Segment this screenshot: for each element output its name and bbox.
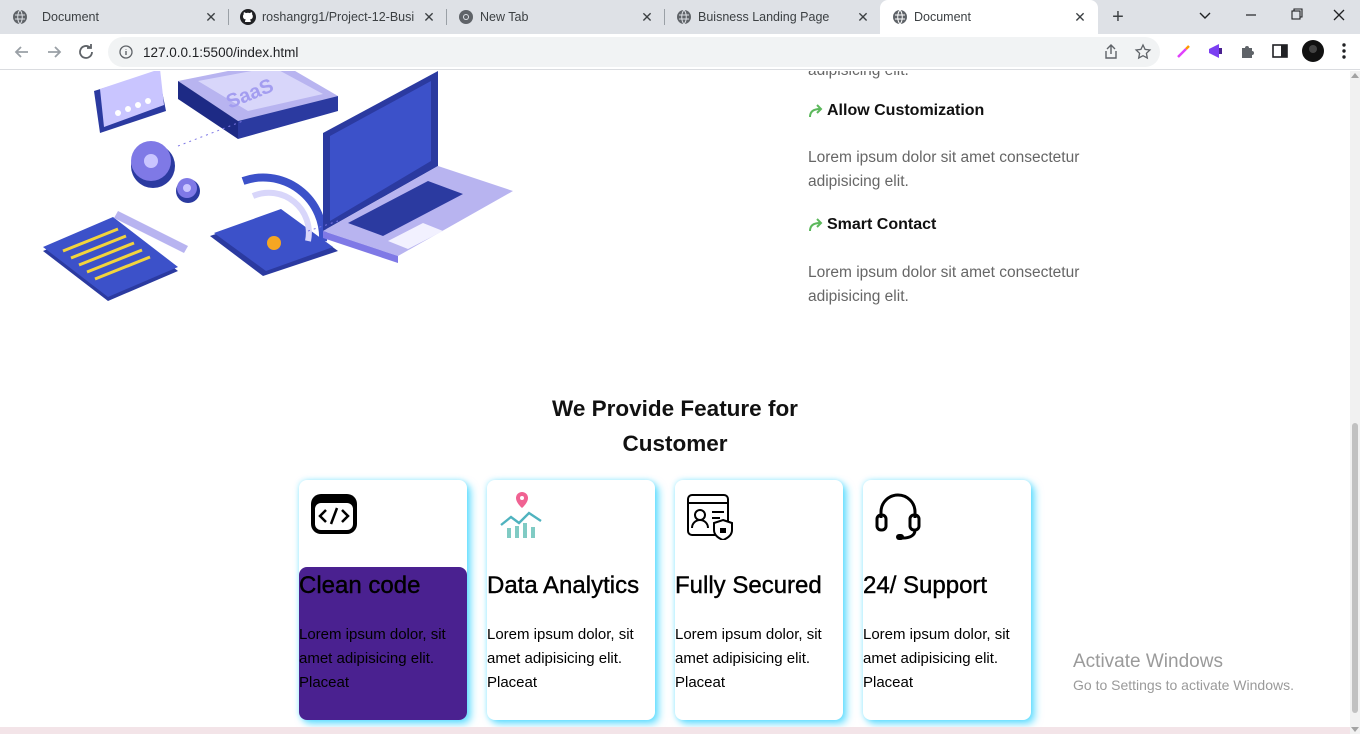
globe-icon xyxy=(893,9,907,25)
code-window-icon xyxy=(311,494,357,534)
star-icon[interactable] xyxy=(1134,43,1152,61)
tab-title: Buisness Landing Page xyxy=(698,10,830,24)
close-tab-icon[interactable]: ✕ xyxy=(420,8,438,26)
card-title: Clean code xyxy=(299,572,421,599)
windows-activation-watermark: Activate Windows Go to Settings to activ… xyxy=(1073,651,1294,693)
info-icon[interactable] xyxy=(119,45,133,59)
globe-icon xyxy=(13,9,27,25)
headset-icon xyxy=(875,493,921,540)
secure-profile-icon xyxy=(687,494,733,540)
page-scrollbar[interactable] xyxy=(1350,71,1360,734)
saas-illustration: SaaS xyxy=(43,71,513,301)
chevron-down-icon xyxy=(1199,12,1211,19)
chrome-icon xyxy=(459,10,473,24)
restore-button[interactable] xyxy=(1274,0,1320,32)
page-viewport: SaaS Allow Customization Lorem ipsum dol… xyxy=(0,71,1350,734)
profile-avatar[interactable] xyxy=(1302,40,1324,62)
card-desc: Lorem ipsum dolor, sit amet adipisicing … xyxy=(299,626,446,691)
restore-icon xyxy=(1291,8,1303,20)
close-window-button[interactable] xyxy=(1318,0,1360,32)
feature-card-data-analytics[interactable]: Data Analytics Lorem ipsum dolor, sit am… xyxy=(487,480,655,720)
feature-item-smart-contact: Smart Contact xyxy=(808,216,936,234)
feature-title: Allow Customization xyxy=(827,102,985,119)
tab-title: Document xyxy=(914,10,971,24)
feature-item-allow-customization: Allow Customization xyxy=(808,102,984,120)
side-panel-icon[interactable] xyxy=(1270,41,1290,61)
close-tab-icon[interactable]: ✕ xyxy=(638,8,656,26)
tab-title: New Tab xyxy=(480,10,529,24)
extension-megaphone-icon[interactable] xyxy=(1206,41,1226,61)
watermark-subtitle: Go to Settings to activate Windows. xyxy=(1073,677,1294,693)
close-icon xyxy=(1333,9,1345,21)
forward-arrow-icon[interactable] xyxy=(42,40,66,64)
analytics-chart-icon xyxy=(500,492,542,538)
card-title: 24/ Support xyxy=(863,572,988,599)
tab-document-1[interactable]: Document ✕ xyxy=(0,0,226,34)
tab-search-button[interactable] xyxy=(1182,0,1228,32)
feature-desc: Lorem ipsum dolor sit amet consectetur a… xyxy=(808,264,1080,305)
card-title: Data Analytics xyxy=(487,572,640,599)
extensions-puzzle-icon[interactable] xyxy=(1238,41,1258,61)
share-icon[interactable] xyxy=(1102,43,1120,61)
menu-kebab-icon[interactable] xyxy=(1336,41,1352,61)
card-desc: Lorem ipsum dolor, sit amet adipisicing … xyxy=(675,626,822,691)
reload-icon[interactable] xyxy=(74,40,98,64)
close-tab-icon[interactable]: ✕ xyxy=(854,8,872,26)
minimize-button[interactable] xyxy=(1228,0,1274,32)
tab-business-landing[interactable]: Buisness Landing Page ✕ xyxy=(664,0,880,34)
arrow-icon xyxy=(809,104,823,118)
tab-strip: Document ✕ roshangrg1/Project-12-Busin ✕… xyxy=(0,0,1360,34)
scroll-down-arrow[interactable] xyxy=(1351,727,1359,732)
feature-card-fully-secured[interactable]: Fully Secured Lorem ipsum dolor, sit ame… xyxy=(675,480,843,720)
close-tab-icon[interactable]: ✕ xyxy=(202,8,220,26)
tab-title: Document xyxy=(42,10,99,24)
tab-document-active[interactable]: Document ✕ xyxy=(880,0,1098,34)
feature-desc-partial: adipisicing elit. xyxy=(808,71,909,83)
scroll-up-arrow[interactable] xyxy=(1351,73,1359,78)
address-bar[interactable]: 127.0.0.1:5500/index.html xyxy=(108,37,1160,67)
back-arrow-icon[interactable] xyxy=(10,40,34,64)
card-title: Fully Secured xyxy=(675,572,822,599)
tab-github[interactable]: roshangrg1/Project-12-Busin ✕ xyxy=(228,0,446,34)
minimize-icon xyxy=(1246,14,1256,16)
feature-card-support[interactable]: 24/ Support Lorem ipsum dolor, sit amet … xyxy=(863,480,1031,720)
browser-toolbar: 127.0.0.1:5500/index.html xyxy=(0,34,1360,70)
globe-icon xyxy=(677,9,691,25)
watermark-title: Activate Windows xyxy=(1073,651,1223,672)
tab-new-tab[interactable]: New Tab ✕ xyxy=(446,0,664,34)
tab-title: roshangrg1/Project-12-Busin xyxy=(262,10,414,24)
close-tab-icon[interactable]: ✕ xyxy=(1071,8,1089,26)
arrow-icon xyxy=(809,218,823,232)
scrollbar-thumb[interactable] xyxy=(1352,423,1358,713)
card-desc: Lorem ipsum dolor, sit amet adipisicing … xyxy=(863,626,1010,691)
next-section-edge xyxy=(0,727,1350,734)
section-title: We Provide Feature for Customer xyxy=(552,396,798,456)
card-desc: Lorem ipsum dolor, sit amet adipisicing … xyxy=(487,626,634,691)
new-tab-button[interactable]: + xyxy=(1106,6,1130,28)
feature-card-clean-code[interactable]: Clean code Lorem ipsum dolor, sit amet a… xyxy=(299,480,467,720)
feature-title: Smart Contact xyxy=(827,216,937,233)
url-text: 127.0.0.1:5500/index.html xyxy=(143,45,299,60)
github-icon xyxy=(240,9,256,25)
feature-desc: Lorem ipsum dolor sit amet consectetur a… xyxy=(808,149,1080,190)
color-picker-extension-icon[interactable] xyxy=(1174,41,1194,61)
